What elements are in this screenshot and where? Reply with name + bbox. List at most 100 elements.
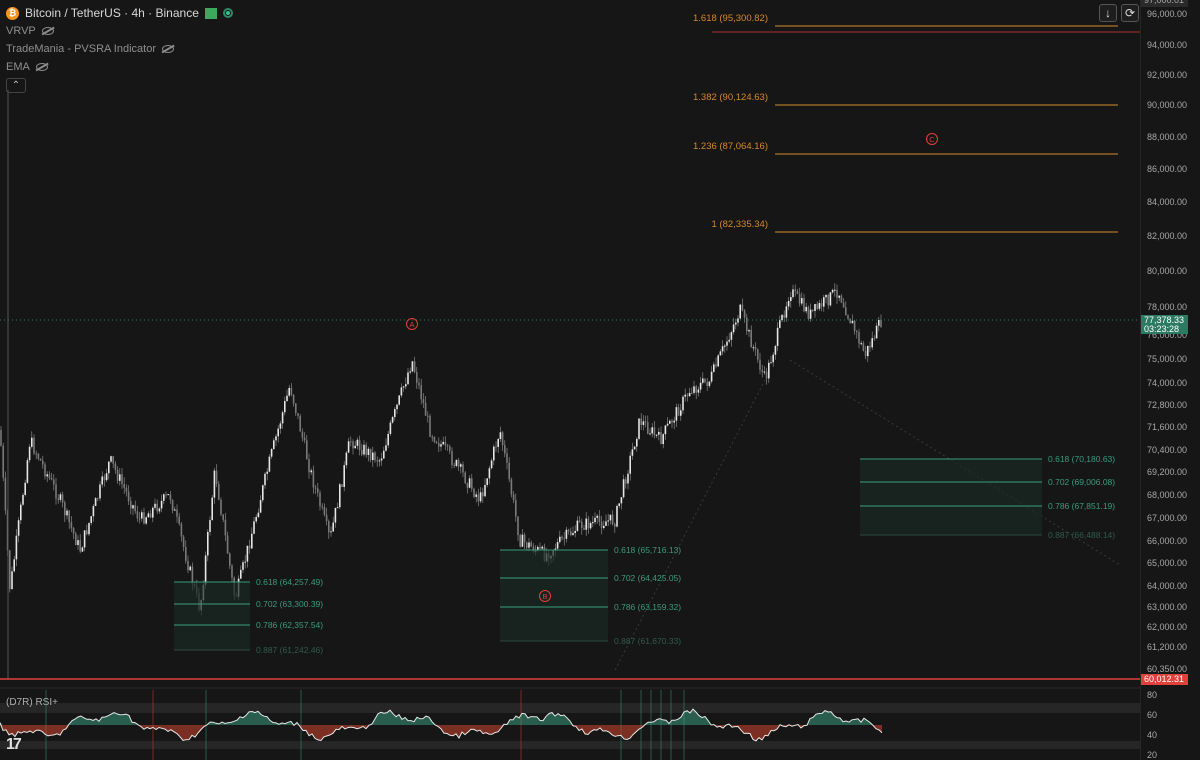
wave-label-c[interactable]: C [926,133,938,145]
candle-body [391,417,394,423]
candle-body [268,456,271,472]
candle-body [730,332,733,340]
candle-body [757,349,759,360]
fib-zone-3[interactable]: 0.618 (70,180.63) 0.702 (69,006.08) 0.78… [860,454,1115,540]
candle-body [389,422,392,434]
candle-body [438,442,440,447]
candle-body [363,444,365,455]
candle-body [592,522,594,524]
fib-zone-1[interactable]: 0.618 (64,257.49) 0.702 (63,300.39) 0.78… [174,577,323,655]
candle-body [191,566,194,585]
candle-body [816,304,818,309]
candle-body [288,387,290,396]
price-axis-label: 70,400.00 [1147,445,1188,455]
candle-body [94,498,97,507]
wave-label-a[interactable]: A [406,318,418,330]
candle-body [411,361,414,372]
candle-body [187,560,189,571]
candle-body [761,369,763,372]
fib-zone-1-level-0702: 0.702 (63,300.39) [256,599,323,609]
fib-zone-2-level-0618: 0.618 (65,716.13) [614,545,681,555]
candle-body [204,555,207,585]
candle-body [444,441,447,446]
candle-body [356,439,359,446]
candle-body [97,498,99,500]
candle-body [174,509,176,511]
candle-body [369,448,372,461]
candle-body [259,500,262,513]
candle-body [704,378,706,383]
candle-body [556,542,559,549]
candle-body [644,421,647,423]
candle-body [726,341,728,346]
candle-body [127,491,130,502]
market-status-icon[interactable] [222,8,233,18]
tradingview-logo[interactable]: 17 [6,736,22,754]
price-axis-label: 64,000.00 [1147,581,1188,591]
candle-body [319,492,321,507]
candle-body [185,547,187,561]
indicator-ema[interactable]: EMA [6,61,48,73]
candle-body [48,474,51,479]
download-button[interactable]: ↓ [1099,4,1117,22]
indicator-vrvp[interactable]: VRVP [6,25,54,37]
candle-body [299,415,301,432]
collapse-legend-button[interactable]: ⌃ [6,78,26,93]
candle-body [321,506,323,508]
candle-body [101,476,103,485]
candle-body [466,483,469,488]
candle-body [44,464,46,477]
symbol-header[interactable]: ₿ Bitcoin / TetherUS · 4h · Binance [6,6,233,20]
rsi-pane[interactable] [0,687,1140,760]
refresh-icon: ⟳ [1124,6,1136,20]
fib-zone-2[interactable]: 0.618 (65,716.13) 0.702 (64,425.05) 0.78… [500,545,681,646]
candle-body [453,464,455,466]
candle-body [251,533,253,549]
candle-body [2,445,4,478]
candle-body [46,474,48,477]
candle-body [864,350,867,357]
candle-body [585,518,587,530]
eye-hidden-icon[interactable] [162,45,174,53]
flag-icon[interactable] [204,7,217,19]
refresh-button[interactable]: ⟳ [1121,4,1139,22]
candle-body [477,494,480,502]
candle-body [75,533,77,546]
svg-text:C: C [929,135,935,144]
candle-body [303,437,306,441]
bitcoin-icon: ₿ [6,6,19,20]
candle-body [427,415,429,417]
indicator-pvsra[interactable]: TradeMania - PVSRA Indicator [6,43,174,55]
candle-body [512,494,515,501]
candle-body [416,372,418,383]
candle-body [31,437,33,447]
candle-body [383,450,385,459]
symbol-title[interactable]: Bitcoin / TetherUS · 4h · Binance [25,6,199,20]
rsi-indicator-label[interactable]: (D7R) RSI+ [6,697,58,708]
candle-body [424,402,427,416]
price-axis-label: 69,200.00 [1147,467,1188,477]
candle-body [682,396,684,411]
candle-body [264,473,266,486]
price-axis-label: 88,000.00 [1147,132,1188,142]
candle-body [398,395,400,405]
candle-body [22,494,24,505]
rsi-axis-label: 20 [1147,750,1158,760]
eye-hidden-icon[interactable] [41,27,54,35]
svg-text:B: B [542,592,547,601]
candle-body [396,404,398,410]
candle-body [490,460,493,469]
current-price-tag: 77,378.33 03:23:28 [1141,315,1188,334]
candle-body [708,381,711,386]
candle-body [754,347,757,350]
candle-body [526,542,528,548]
eye-hidden-icon[interactable] [35,63,48,71]
candle-body [636,438,638,447]
candle-body [506,453,508,463]
candle-body [699,382,702,390]
candle-body [567,529,570,532]
price-chart[interactable]: 1.618 (95,300.82) 1.382 (90,124.63) 1.23… [0,0,1200,760]
fib-ext-label-1: 1 (82,335.34) [711,219,768,230]
price-axis-label: 90,000.00 [1147,100,1188,110]
candle-body [61,494,64,503]
